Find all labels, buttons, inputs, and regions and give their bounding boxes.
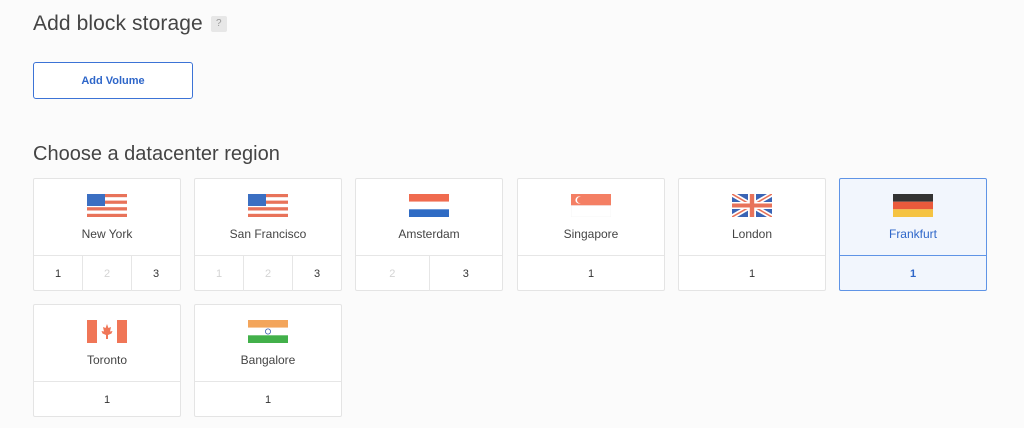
datacenter-options: 1 [518, 256, 664, 291]
add-volume-button[interactable]: Add Volume [33, 62, 193, 99]
datacenter-option[interactable]: 1 [195, 382, 341, 417]
germany-flag-icon [893, 194, 933, 217]
datacenter-option: 1 [215, 267, 223, 280]
datacenter-option[interactable]: 3 [292, 256, 341, 291]
datacenter-region-title: Choose a datacenter region [33, 143, 280, 165]
datacenter-option: 2 [389, 267, 396, 280]
region-card-header[interactable]: Toronto [34, 305, 180, 382]
region-card-header[interactable]: London [679, 179, 825, 256]
netherlands-flag-icon [409, 194, 449, 217]
canada-flag-icon [87, 320, 127, 343]
singapore-flag-icon [571, 194, 611, 217]
region-name: Frankfurt [888, 227, 937, 241]
datacenter-options: 1 [195, 382, 341, 417]
datacenter-option[interactable]: 1 [679, 256, 825, 291]
region-card-amsterdam[interactable]: Amsterdam 2 3 [355, 178, 503, 291]
datacenter-options: 1 [679, 256, 825, 291]
region-card-header[interactable]: Amsterdam [356, 179, 502, 256]
region-card-new-york[interactable]: New York 1 2 3 [33, 178, 181, 291]
datacenter-option: 2 [82, 256, 131, 291]
region-name: Singapore [563, 227, 619, 241]
region-card-san-francisco[interactable]: San Francisco 1 2 3 [194, 178, 342, 291]
region-card-london[interactable]: London 1 [678, 178, 826, 291]
region-name: Amsterdam [398, 227, 460, 241]
region-card-header[interactable]: Bangalore [195, 305, 341, 382]
us-flag-icon [248, 194, 288, 217]
block-storage-heading: Add block storage ? [33, 12, 227, 36]
region-name: London [731, 227, 773, 241]
region-card-header[interactable]: New York [34, 179, 180, 256]
region-card-singapore[interactable]: Singapore 1 [517, 178, 665, 291]
datacenter-options: 123 [34, 256, 180, 291]
india-flag-icon [248, 320, 288, 343]
datacenter-option[interactable]: 3 [428, 256, 503, 291]
block-storage-title: Add block storage [33, 12, 203, 35]
region-name: San Francisco [229, 227, 307, 241]
datacenter-option[interactable]: 1 [840, 256, 986, 291]
region-card-header[interactable]: San Francisco [195, 179, 341, 256]
region-card-bangalore[interactable]: Bangalore 1 [194, 304, 342, 417]
datacenter-option[interactable]: 1 [518, 256, 664, 291]
us-flag-icon [87, 194, 127, 217]
datacenter-options: 23 [356, 256, 502, 291]
region-card-toronto[interactable]: Toronto 1 [33, 304, 181, 417]
uk-flag-icon [732, 194, 772, 217]
datacenter-option: 2 [243, 256, 292, 291]
help-icon[interactable]: ? [210, 16, 227, 32]
datacenter-options: 1 [34, 382, 180, 417]
region-name: Bangalore [240, 353, 296, 367]
datacenter-option[interactable]: 1 [34, 382, 180, 417]
region-name: Toronto [86, 353, 128, 367]
region-card-header[interactable]: Singapore [518, 179, 664, 256]
datacenter-options: 1 23 [195, 256, 341, 291]
datacenter-option[interactable]: 1 [34, 256, 82, 291]
region-card-frankfurt[interactable]: Frankfurt 1 [839, 178, 987, 291]
datacenter-option[interactable]: 3 [131, 256, 180, 291]
region-card-header[interactable]: Frankfurt [840, 179, 986, 256]
datacenter-options: 1 [840, 256, 986, 291]
region-name: New York [81, 227, 133, 241]
